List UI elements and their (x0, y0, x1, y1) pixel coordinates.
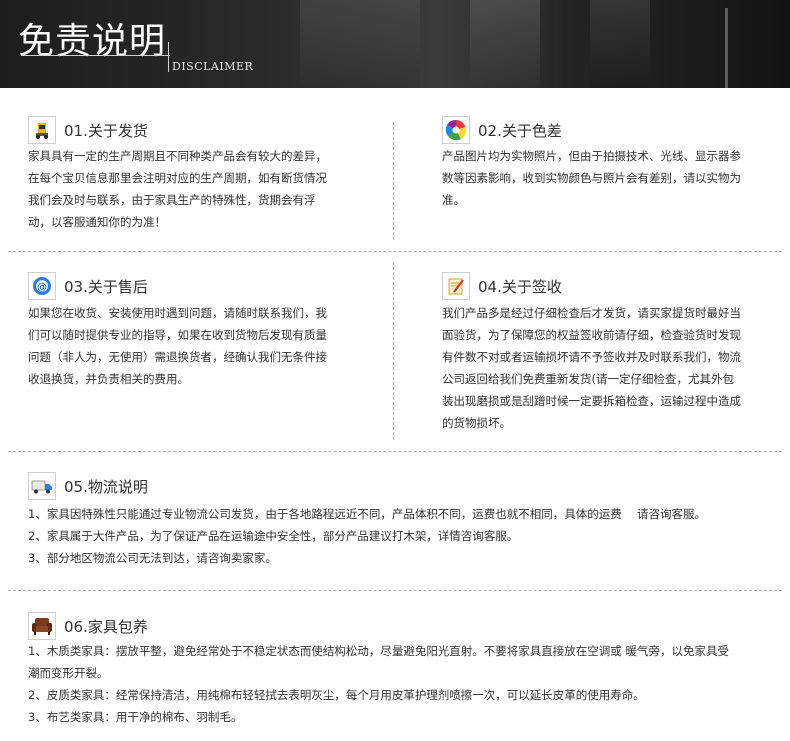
page-subtitle: DISCLAIMER (172, 60, 254, 73)
section-title: 05.物流说明 (64, 477, 148, 496)
armchair-icon (28, 612, 56, 640)
support-icon: @ (28, 272, 56, 300)
section-header-signing: 04.关于签收 (442, 272, 562, 300)
section-title: 06.家具包养 (64, 617, 148, 636)
text-line: 3、部分地区物流公司无法到达，请咨询卖家家。 (28, 551, 277, 565)
banner-window-decor (470, 0, 540, 88)
section-divider (8, 451, 782, 452)
section-title: 03.关于售后 (64, 277, 148, 296)
text-line: 动，以客服通知你的为准！ (28, 215, 166, 229)
column-divider (393, 122, 394, 240)
svg-text:@: @ (37, 282, 47, 293)
text-line: 的货物损坏。 (442, 416, 511, 430)
section-text-shipping: 家具具有一定的生产周期且不同种类产品会有较大的差异， 在每个宝贝信息那里会注明对… (28, 145, 373, 233)
banner-window-decor (590, 0, 650, 88)
banner-window-decor (300, 0, 420, 88)
section-title: 01.关于发货 (64, 121, 148, 140)
text-line: 潮而变形开裂。 (28, 666, 109, 680)
section-title: 04.关于签收 (478, 277, 562, 296)
text-line: 问题（非人为，无使用）需退换货者，经确认我们无条件接 (28, 350, 327, 364)
title-divider (168, 42, 169, 72)
text-line: 们可以随时提供专业的指导，如果在收到货物后发现有质量 (28, 328, 327, 342)
text-line: 家具具有一定的生产周期且不同种类产品会有较大的差异， (28, 149, 327, 163)
text-line: 1、木质类家具：摆放平整，避免经常处于不稳定状态而使结构松动，尽量避免阳光直射。… (28, 644, 729, 658)
text-line: 产品图片均为实物照片，但由于拍摄技术、光线、显示器参 (442, 149, 741, 163)
section-text-color: 产品图片均为实物照片，但由于拍摄技术、光线、显示器参 数等因素影响，收到实物颜色… (442, 145, 772, 211)
section-title: 02.关于色差 (478, 121, 562, 140)
text-line: 收退换货，并负责相关的费用。 (28, 372, 189, 386)
banner-lamp-decor (725, 8, 728, 88)
disclaimer-banner: 免责说明 DISCLAIMER (0, 0, 790, 88)
text-line: 公司返回给我们免费重新发货(请一定仔细检查，尤其外包 (442, 372, 734, 386)
text-line: 2、家具属于大件产品，为了保证产品在运输途中安全性，部分产品建议打木架，详情咨询… (28, 529, 519, 543)
text-line: 有件数不对或者运输损坏请不予签收并及时联系我们，物流 (442, 350, 741, 364)
text-line: 2、皮质类家具：经常保持清洁，用纯棉布轻轻拭去表明灰尘，每个月用皮革护理剂喷擦一… (28, 688, 645, 702)
page-title: 免责说明 (18, 21, 167, 62)
text-line: 准。 (442, 193, 465, 207)
text-line: 如果您在收货、安装使用时遇到问题，请随时联系我们，我 (28, 306, 327, 320)
text-line: 数等因素影响，收到实物颜色与照片会有差别，请以实物为 (442, 171, 741, 185)
section-header-color: 02.关于色差 (442, 116, 562, 144)
text-line: 在每个宝贝信息那里会注明对应的生产周期，如有断货情况 (28, 171, 327, 185)
sign-note-icon (442, 272, 470, 300)
text-line: 我们产品多是经过仔细检查后才发货，请买家提货时最好当 (442, 306, 741, 320)
section-text-logistics: 1、家具因特殊性只能通过专业物流公司发货，由于各地路程远近不同，产品体积不同，运… (28, 503, 778, 569)
section-divider (8, 590, 782, 591)
title-underline (22, 55, 170, 56)
section-header-aftersales: @ 03.关于售后 (28, 272, 148, 300)
text-line: 1、家具因特殊性只能通过专业物流公司发货，由于各地路程远近不同，产品体积不同，运… (28, 507, 706, 521)
section-header-maintenance: 06.家具包养 (28, 612, 148, 640)
text-line: 装出现磨损或是刮蹭时候一定要拆箱检查，运输过程中造成 (442, 394, 741, 408)
section-header-shipping: 01.关于发货 (28, 116, 148, 144)
forklift-icon (28, 116, 56, 144)
text-line: 我们会及时与联系，由于家具生产的特殊性，货期会有浮 (28, 193, 316, 207)
column-divider (393, 262, 394, 440)
section-text-signing: 我们产品多是经过仔细检查后才发货，请买家提货时最好当 面验货，为了保障您的权益签… (442, 302, 777, 434)
section-text-aftersales: 如果您在收货、安装使用时遇到问题，请随时联系我们，我 们可以随时提供专业的指导，… (28, 302, 373, 390)
text-line: 3、布艺类家具：用干净的棉布、羽制毛。 (28, 710, 243, 724)
section-divider (8, 251, 782, 252)
text-line: 面验货，为了保障您的权益签收前请仔细，检查验货时发现 (442, 328, 741, 342)
section-text-maintenance: 1、木质类家具：摆放平整，避免经常处于不稳定状态而使结构松动，尽量避免阳光直射。… (28, 640, 778, 728)
section-header-logistics: 05.物流说明 (28, 472, 148, 500)
truck-icon (28, 472, 56, 500)
color-wheel-icon (442, 116, 470, 144)
